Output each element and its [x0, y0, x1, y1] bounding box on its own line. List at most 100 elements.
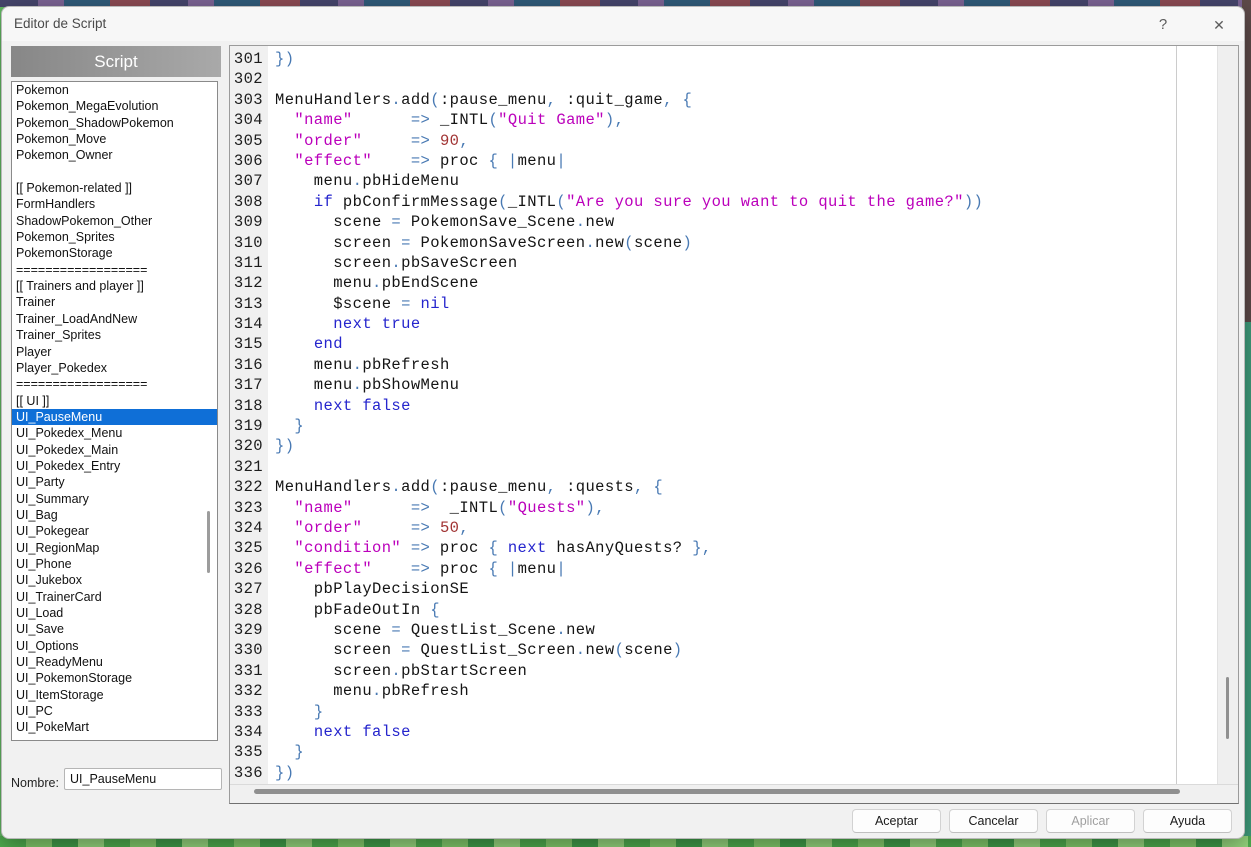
- code-line[interactable]: end: [275, 334, 1178, 354]
- code-line[interactable]: screen.pbStartScreen: [275, 661, 1178, 681]
- code-line[interactable]: next true: [275, 314, 1178, 334]
- code-line[interactable]: menu.pbShowMenu: [275, 375, 1178, 395]
- line-number: 313: [230, 294, 268, 314]
- code-line[interactable]: MenuHandlers.add(:pause_menu, :quests, {: [275, 477, 1178, 497]
- script-list-item[interactable]: UI_Phone: [12, 556, 217, 572]
- code-line[interactable]: }): [275, 49, 1178, 69]
- code-line[interactable]: screen.pbSaveScreen: [275, 253, 1178, 273]
- script-list-item[interactable]: UI_Save: [12, 621, 217, 637]
- code-line[interactable]: "condition" => proc { next hasAnyQuests?…: [275, 538, 1178, 558]
- help-button[interactable]: Ayuda: [1143, 809, 1232, 833]
- script-list-item[interactable]: Pokemon_Sprites: [12, 229, 217, 245]
- script-list-item[interactable]: PokemonStorage: [12, 245, 217, 261]
- script-list-item[interactable]: Player_Pokedex: [12, 360, 217, 376]
- script-list-scrollbar-thumb[interactable]: [207, 511, 210, 573]
- script-list-item[interactable]: ==================: [12, 376, 217, 392]
- script-list-item[interactable]: UI_Load: [12, 605, 217, 621]
- code-line[interactable]: menu.pbRefresh: [275, 355, 1178, 375]
- line-number: 334: [230, 722, 268, 742]
- line-number: 308: [230, 192, 268, 212]
- code-line[interactable]: }): [275, 436, 1178, 456]
- code-line[interactable]: "name" => _INTL("Quests"),: [275, 498, 1178, 518]
- script-list-item[interactable]: ShadowPokemon_Other: [12, 213, 217, 229]
- editor-horizontal-scrollbar-thumb[interactable]: [254, 789, 1180, 794]
- line-number: 336: [230, 763, 268, 783]
- script-list-item[interactable]: UI_PC: [12, 703, 217, 719]
- code-line[interactable]: }: [275, 416, 1178, 436]
- script-list-item[interactable]: UI_Pokedex_Entry: [12, 458, 217, 474]
- code-line[interactable]: "order" => 90,: [275, 131, 1178, 151]
- code-line[interactable]: screen = QuestList_Screen.new(scene): [275, 640, 1178, 660]
- script-list-item[interactable]: [[ UI ]]: [12, 393, 217, 409]
- script-list-item[interactable]: Trainer: [12, 294, 217, 310]
- script-list-item[interactable]: UI_Bag: [12, 507, 217, 523]
- editor-horizontal-scrollbar[interactable]: [230, 784, 1238, 803]
- code-line[interactable]: scene = QuestList_Scene.new: [275, 620, 1178, 640]
- code-line[interactable]: pbPlayDecisionSE: [275, 579, 1178, 599]
- editor-vertical-scrollbar[interactable]: [1217, 46, 1238, 785]
- script-list-item[interactable]: UI_Pokegear: [12, 523, 217, 539]
- line-number: 317: [230, 375, 268, 395]
- code-line[interactable]: screen = PokemonSaveScreen.new(scene): [275, 233, 1178, 253]
- script-list-item-selected[interactable]: UI_PauseMenu: [12, 409, 217, 425]
- script-list-item[interactable]: Trainer_Sprites: [12, 327, 217, 343]
- script-list-item[interactable]: UI_Pokedex_Menu: [12, 425, 217, 441]
- close-icon[interactable]: ✕: [1206, 14, 1232, 36]
- script-list-item[interactable]: Pokemon_ShadowPokemon: [12, 115, 217, 131]
- script-list-item[interactable]: Pokemon_Owner: [12, 147, 217, 163]
- code-line[interactable]: menu.pbHideMenu: [275, 171, 1178, 191]
- script-list-item[interactable]: UI_Options: [12, 638, 217, 654]
- code-line[interactable]: }: [275, 742, 1178, 762]
- code-line[interactable]: $scene = nil: [275, 294, 1178, 314]
- script-list-item[interactable]: FormHandlers: [12, 196, 217, 212]
- line-number: 307: [230, 171, 268, 191]
- script-list-item[interactable]: ==================: [12, 262, 217, 278]
- script-list-item[interactable]: UI_ReadyMenu: [12, 654, 217, 670]
- code-line[interactable]: }): [275, 763, 1178, 783]
- code-lines[interactable]: }) MenuHandlers.add(:pause_menu, :quit_g…: [268, 46, 1178, 785]
- script-list-item[interactable]: UI_TrainerCard: [12, 589, 217, 605]
- line-number: 328: [230, 600, 268, 620]
- title-bar[interactable]: Editor de Script ? ✕: [2, 7, 1244, 41]
- script-list-item[interactable]: Pokemon: [12, 82, 217, 98]
- code-line[interactable]: pbFadeOutIn {: [275, 600, 1178, 620]
- code-line[interactable]: "effect" => proc { |menu|: [275, 151, 1178, 171]
- script-name-input[interactable]: [64, 768, 222, 790]
- script-list-item[interactable]: UI_PokemonStorage: [12, 670, 217, 686]
- code-line[interactable]: "order" => 50,: [275, 518, 1178, 538]
- line-number: 322: [230, 477, 268, 497]
- script-list-item[interactable]: [12, 164, 217, 180]
- script-list-item[interactable]: Player: [12, 344, 217, 360]
- code-line[interactable]: [275, 457, 1178, 477]
- code-line[interactable]: menu.pbEndScene: [275, 273, 1178, 293]
- code-line[interactable]: "name" => _INTL("Quit Game"),: [275, 110, 1178, 130]
- script-list-item[interactable]: UI_Jukebox: [12, 572, 217, 588]
- code-line[interactable]: "effect" => proc { |menu|: [275, 559, 1178, 579]
- code-editor[interactable]: 3013023033043053063073083093103113123133…: [229, 45, 1239, 804]
- accept-button[interactable]: Aceptar: [852, 809, 941, 833]
- script-list-item[interactable]: UI_Party: [12, 474, 217, 490]
- script-list-item[interactable]: UI_PokeMart: [12, 719, 217, 735]
- script-list-item[interactable]: UI_ItemStorage: [12, 687, 217, 703]
- code-line[interactable]: if pbConfirmMessage(_INTL("Are you sure …: [275, 192, 1178, 212]
- cancel-button[interactable]: Cancelar: [949, 809, 1038, 833]
- code-line[interactable]: }: [275, 702, 1178, 722]
- script-list-item[interactable]: Pokemon_MegaEvolution: [12, 98, 217, 114]
- code-line[interactable]: scene = PokemonSave_Scene.new: [275, 212, 1178, 232]
- script-list-item[interactable]: Trainer_LoadAndNew: [12, 311, 217, 327]
- code-line[interactable]: menu.pbRefresh: [275, 681, 1178, 701]
- script-list-item[interactable]: UI_RegionMap: [12, 540, 217, 556]
- code-line[interactable]: MenuHandlers.add(:pause_menu, :quit_game…: [275, 90, 1178, 110]
- code-line[interactable]: [275, 69, 1178, 89]
- editor-vertical-scrollbar-thumb[interactable]: [1226, 677, 1229, 739]
- code-line[interactable]: next false: [275, 722, 1178, 742]
- script-list-item[interactable]: UI_Pokedex_Main: [12, 442, 217, 458]
- script-list[interactable]: PokemonPokemon_MegaEvolutionPokemon_Shad…: [11, 81, 218, 741]
- script-list-item[interactable]: Pokemon_Move: [12, 131, 217, 147]
- script-list-item[interactable]: UI_Summary: [12, 491, 217, 507]
- script-list-item[interactable]: [[ Trainers and player ]]: [12, 278, 217, 294]
- line-number: 315: [230, 334, 268, 354]
- help-icon[interactable]: ?: [1150, 14, 1176, 36]
- script-list-item[interactable]: [[ Pokemon-related ]]: [12, 180, 217, 196]
- code-line[interactable]: next false: [275, 396, 1178, 416]
